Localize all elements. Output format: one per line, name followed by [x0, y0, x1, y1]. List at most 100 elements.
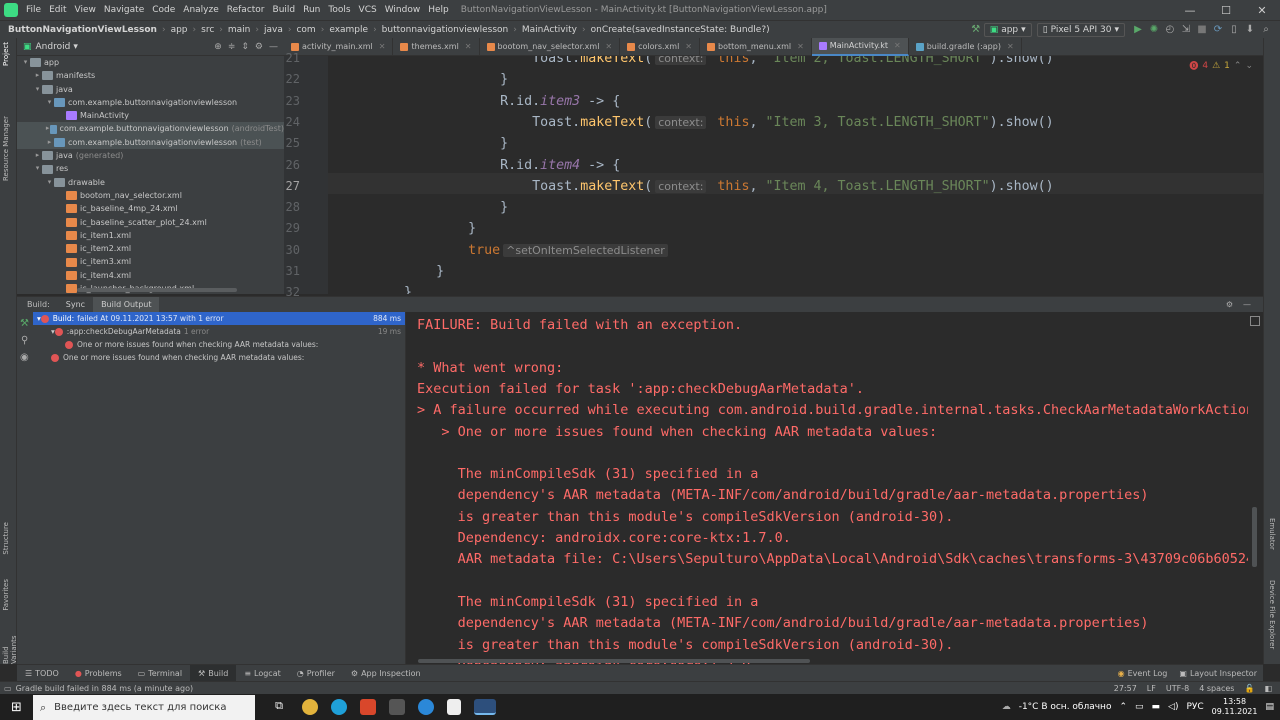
gear-icon[interactable]: ⚙ [255, 42, 263, 52]
device-select[interactable]: ▯ Pixel 5 API 30 ▾ [1036, 22, 1125, 37]
menu-item[interactable]: Build [269, 0, 300, 20]
layout-inspector-tab[interactable]: ▣ Layout Inspector [1179, 669, 1257, 678]
scrollbar[interactable] [77, 288, 237, 292]
editor-tab[interactable]: MainActivity.kt ✕ [811, 37, 909, 56]
build-tree-item[interactable]: ▾ Build: failed At 09.11.2021 13:57 with… [33, 312, 405, 325]
chevron-icon[interactable]: ▸ [33, 69, 42, 82]
tree-item[interactable]: ic_item1.xml [17, 229, 284, 242]
app2-icon[interactable] [418, 699, 434, 715]
chevron-icon[interactable]: ▾ [45, 176, 54, 189]
bottom-tab-problems[interactable]: ● Problems [67, 665, 130, 682]
edge-icon[interactable] [331, 699, 347, 715]
tree-item[interactable]: ic_baseline_4mp_24.xml [17, 202, 284, 215]
side-tab-emulator[interactable]: Emulator [1268, 518, 1276, 550]
side-tab-device-file-explorer[interactable]: Device File Explorer [1268, 580, 1276, 649]
breadcrumb-item[interactable]: buttonnavigationviewlesson [380, 25, 511, 35]
hammer-icon[interactable]: ⚒ [968, 24, 984, 35]
side-tab-structure[interactable]: Structure [2, 522, 10, 555]
editor-tab[interactable]: build.gradle (:app) ✕ [909, 37, 1022, 56]
chevron-down-icon[interactable]: ⌄ [1245, 61, 1253, 71]
collapse-all-icon[interactable]: ≑ [228, 42, 236, 52]
tree-item[interactable]: ic_item4.xml [17, 269, 284, 282]
side-tab-resource-manager[interactable]: Resource Manager [2, 116, 10, 181]
eye-icon[interactable]: ◉ [20, 352, 33, 363]
menu-item[interactable]: View [71, 0, 100, 20]
soft-wrap-icon[interactable] [1250, 316, 1260, 326]
hammer-icon[interactable]: ⚒ [20, 318, 33, 329]
indent-setting[interactable]: 4 spaces [1199, 684, 1234, 693]
breadcrumb-item[interactable]: app [169, 25, 190, 35]
close-icon[interactable]: ✕ [1244, 4, 1280, 17]
profile-icon[interactable]: ◴ [1162, 24, 1178, 35]
line-separator[interactable]: LF [1147, 684, 1156, 693]
close-icon[interactable]: ✕ [465, 38, 472, 56]
status-message[interactable]: Gradle build failed in 884 ms (a minute … [12, 684, 194, 693]
side-tab-build-variants[interactable]: Build Variants [2, 634, 18, 664]
menu-item[interactable]: Code [148, 0, 179, 20]
file-encoding[interactable]: UTF-8 [1166, 684, 1189, 693]
search-icon[interactable]: ⌕ [1258, 24, 1274, 35]
breadcrumb-item[interactable]: com [294, 25, 317, 35]
expand-all-icon[interactable]: ⇕ [241, 42, 249, 52]
breadcrumb-item[interactable]: MainActivity [520, 25, 579, 35]
tree-item[interactable]: ▾ app [17, 56, 284, 69]
windows-start-icon[interactable]: ⊞ [0, 700, 33, 715]
notepad-icon[interactable] [447, 699, 461, 715]
bottom-tab-logcat[interactable]: ≡ Logcat [236, 665, 288, 682]
event-log-tab[interactable]: ◉ Event Log [1118, 669, 1168, 678]
locate-icon[interactable]: ⊕ [214, 42, 222, 52]
scrollbar[interactable] [418, 659, 810, 663]
bottom-tab-build[interactable]: ⚒ Build [190, 664, 237, 682]
breadcrumb-item[interactable]: java [262, 25, 285, 35]
hide-icon[interactable]: — [269, 42, 278, 52]
menu-item[interactable]: Analyze [179, 0, 222, 20]
editor-tab[interactable]: themes.xml ✕ [393, 37, 480, 56]
clock[interactable]: 13:58 09.11.2021 [1212, 697, 1258, 717]
menu-item[interactable]: Run [299, 0, 324, 20]
caret-position[interactable]: 27:57 [1114, 684, 1137, 693]
bottom-tab-app-inspection[interactable]: ⚙ App Inspection [343, 665, 429, 682]
tree-item[interactable]: ▾ res [17, 162, 284, 175]
maximize-icon[interactable]: ☐ [1208, 4, 1244, 17]
close-icon[interactable]: ✕ [894, 37, 901, 55]
build-console[interactable]: FAILURE: Build failed with an exception.… [406, 312, 1248, 664]
side-tab-project[interactable]: Project [2, 42, 10, 66]
taskbar-search[interactable]: ⌕ Введите здесь текст для поиска [33, 695, 255, 720]
pin-icon[interactable]: ⚲ [21, 335, 33, 346]
tree-item[interactable]: ▸ com.example.buttonnavigationviewlesson(… [17, 122, 284, 136]
editor-tab[interactable]: colors.xml ✕ [620, 37, 700, 56]
build-tab-build-output[interactable]: Build Output [93, 296, 160, 313]
tray-chevron-icon[interactable]: ⌃ [1119, 702, 1127, 712]
menu-item[interactable]: VCS [355, 0, 381, 20]
breadcrumb-item[interactable]: src [199, 25, 216, 35]
menu-item[interactable]: Refactor [223, 0, 269, 20]
run-icon[interactable]: ▶ [1130, 24, 1146, 35]
menu-item[interactable]: Navigate [100, 0, 148, 20]
volume-icon[interactable]: ◁) [1168, 702, 1178, 712]
hide-icon[interactable]: — [1243, 300, 1251, 309]
build-tree-item[interactable]: One or more issues found when checking A… [33, 351, 405, 364]
editor-tab[interactable]: bootom_nav_selector.xml ✕ [480, 37, 621, 56]
tree-item[interactable]: bootom_nav_selector.xml [17, 189, 284, 202]
side-tab-favorites[interactable]: Favorites [2, 579, 10, 611]
attach-icon[interactable]: ⇲ [1178, 24, 1194, 35]
chevron-icon[interactable]: ▸ [33, 149, 42, 162]
weather-text[interactable]: -1°C В осн. облачно [1019, 702, 1112, 712]
language-indicator[interactable]: РУС [1186, 702, 1203, 712]
project-view-select[interactable]: ▣ Android ▾ [17, 42, 78, 52]
tree-item[interactable]: ▸ manifests [17, 69, 284, 82]
notifications-icon[interactable]: ▤ [1265, 702, 1274, 712]
chevron-icon[interactable]: ▾ [33, 162, 42, 175]
build-tree-item[interactable]: ▾ :app:checkDebugAarMetadata 1 error 19 m… [33, 325, 405, 338]
build-tab-sync[interactable]: Sync [58, 300, 93, 309]
tree-item[interactable]: ic_item3.xml [17, 255, 284, 268]
tree-item[interactable]: MainActivity [17, 109, 284, 122]
chevron-icon[interactable]: ▸ [45, 136, 54, 149]
tree-item[interactable]: ▾ com.example.buttonnavigationviewlesson [17, 96, 284, 109]
inspection-widget[interactable]: ⓿4 ⚠ 1 ⌃ ⌄ [1189, 59, 1253, 73]
app-icon[interactable] [389, 699, 405, 715]
menu-item[interactable]: Window [381, 0, 425, 20]
folder-icon[interactable]: ▬ [1152, 702, 1161, 712]
tree-item[interactable]: ▸ com.example.buttonnavigationviewlesson(… [17, 135, 284, 150]
chevron-up-icon[interactable]: ⌃ [1234, 61, 1242, 71]
